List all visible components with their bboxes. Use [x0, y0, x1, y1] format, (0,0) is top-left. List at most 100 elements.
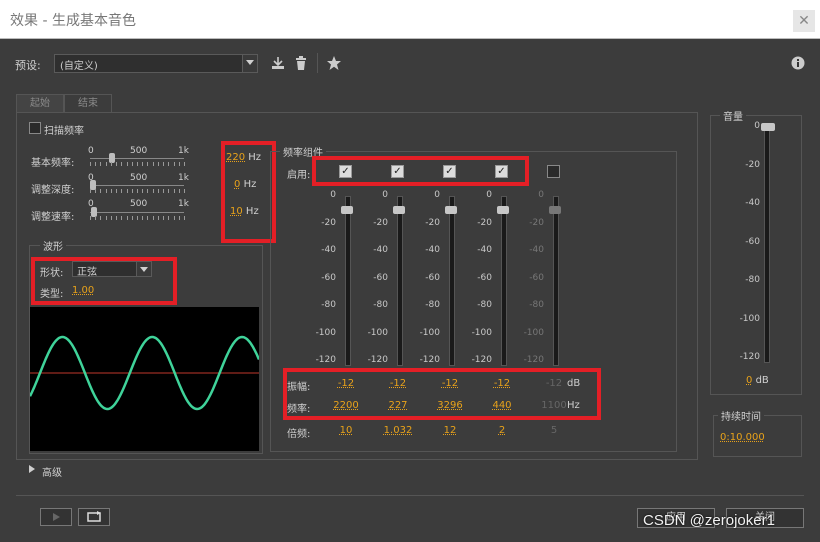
slider-tick: [126, 162, 128, 166]
db-scale-label: -60: [373, 272, 388, 283]
db-scale-label: -80: [477, 300, 492, 310]
duration-value[interactable]: 0:10.000: [720, 432, 765, 443]
db-scale-label: -120: [471, 355, 492, 365]
save-preset-icon[interactable]: [270, 55, 286, 71]
slider-tick: [137, 216, 138, 220]
db-scale-label: -20: [321, 217, 336, 228]
db-scale-label: -100: [471, 327, 492, 338]
favorite-star-icon[interactable]: [326, 55, 342, 71]
preset-label: 预设:: [15, 59, 41, 72]
mult-cell-5: 5: [530, 425, 578, 436]
db-scale-label: -20: [477, 217, 492, 228]
amp-slider-knob-1[interactable]: [341, 206, 353, 214]
mod-depth-slider[interactable]: [90, 179, 185, 193]
db-scale-label: -40: [321, 245, 336, 255]
db-scale-label: -120: [367, 355, 388, 365]
amp-slider-knob-5[interactable]: [549, 206, 561, 214]
mod-rate-slider[interactable]: [90, 206, 185, 220]
loop-button[interactable]: [78, 508, 110, 526]
slider-tick: [173, 216, 175, 220]
slider-tick: [184, 162, 185, 166]
info-icon[interactable]: [791, 56, 805, 70]
amp-slider-track-1[interactable]: [345, 196, 351, 366]
enable-checkbox-5[interactable]: [547, 165, 560, 178]
db-scale-label: -60: [529, 272, 544, 283]
slider-tick: [178, 162, 180, 166]
slider-tick: [184, 216, 185, 220]
amp-slider-track-2[interactable]: [397, 196, 403, 366]
slider-tick: [157, 162, 159, 166]
volume-track[interactable]: [764, 126, 770, 363]
slider-tick: [100, 216, 102, 220]
db-scale-label: 0: [538, 190, 544, 200]
mult-value-4[interactable]: 2: [499, 425, 505, 436]
slider-tick: [121, 216, 123, 220]
volume-knob[interactable]: [761, 123, 775, 131]
delete-icon[interactable]: [293, 55, 309, 71]
slider-tick: [147, 162, 149, 166]
slider-tick: [184, 189, 185, 193]
mod-rate-value[interactable]: 10 Hz: [230, 206, 259, 217]
loop-icon: [87, 511, 101, 522]
close-window-icon[interactable]: ✕: [793, 10, 815, 32]
slider-tick: [116, 162, 118, 166]
slider-tick: [137, 189, 138, 193]
tab-start[interactable]: 起始: [16, 94, 64, 112]
db-scale-label: -100: [419, 327, 440, 338]
slider-tick: [163, 162, 165, 166]
amp-slider-track-3[interactable]: [449, 196, 455, 366]
mult-value-2[interactable]: 1.032: [384, 425, 413, 436]
db-scale-label: -40: [373, 245, 388, 255]
db-scale-label: -100: [315, 327, 336, 338]
amp-slider-track-5[interactable]: [553, 196, 559, 366]
volume-scale-label: -100: [739, 313, 760, 324]
mod-depth-value[interactable]: 0 Hz: [234, 179, 256, 190]
base-freq-slider[interactable]: [90, 152, 185, 166]
enable-checkbox-1[interactable]: ✓: [339, 165, 352, 178]
amp-slider-knob-2[interactable]: [393, 206, 405, 214]
slider-tick: [116, 216, 118, 220]
db-scale-label: -60: [425, 272, 440, 283]
base-freq-value[interactable]: 220 Hz: [226, 152, 261, 163]
slider-tick: [147, 189, 149, 193]
tab-end[interactable]: 结束: [64, 94, 112, 112]
slider-tick: [131, 189, 133, 193]
mult-value-1[interactable]: 10: [340, 425, 353, 436]
slider-tick: [105, 162, 107, 166]
toolbar-divider: [317, 53, 318, 73]
amp-slider-track-4[interactable]: [501, 196, 507, 366]
slider-tick: [121, 162, 123, 166]
mult-value-3[interactable]: 12: [444, 425, 457, 436]
amp-slider-knob-4[interactable]: [497, 206, 509, 214]
watermark: CSDN @zerojoker1: [643, 512, 775, 529]
slider-tick: [163, 189, 165, 193]
slider-tick: [152, 162, 154, 166]
enable-checkbox-3[interactable]: ✓: [443, 165, 456, 178]
mult-value-5[interactable]: 5: [551, 425, 557, 436]
preset-dropdown[interactable]: (自定义): [54, 54, 258, 73]
db-scale-label: 0: [486, 190, 492, 200]
volume-scale-label: -60: [745, 236, 760, 247]
slider-tick: [100, 162, 102, 166]
mult-cell-2: 1.032: [374, 425, 422, 436]
advanced-label[interactable]: 高级: [42, 464, 62, 479]
sweep-label: 扫描频率: [44, 126, 84, 137]
slider-tick: [157, 189, 159, 193]
slider-tick: [126, 216, 128, 220]
slider-tick: [116, 189, 118, 193]
slider-tick: [168, 162, 170, 166]
enable-checkbox-4[interactable]: ✓: [495, 165, 508, 178]
expand-triangle-icon[interactable]: [28, 465, 36, 473]
title-bar: 效果 - 生成基本音色 ✕: [0, 0, 820, 39]
slider-tick: [121, 189, 123, 193]
enable-checkbox-2[interactable]: ✓: [391, 165, 404, 178]
mult-cell-4: 2: [478, 425, 526, 436]
mult-cell-1: 10: [322, 425, 370, 436]
slider-tick: [142, 189, 144, 193]
volume-value[interactable]: 0 dB: [746, 375, 769, 386]
play-button[interactable]: [40, 508, 72, 526]
sweep-checkbox[interactable]: [29, 122, 41, 134]
slider-tick: [173, 189, 175, 193]
db-scale-label: 0: [330, 190, 336, 200]
amp-slider-knob-3[interactable]: [445, 206, 457, 214]
